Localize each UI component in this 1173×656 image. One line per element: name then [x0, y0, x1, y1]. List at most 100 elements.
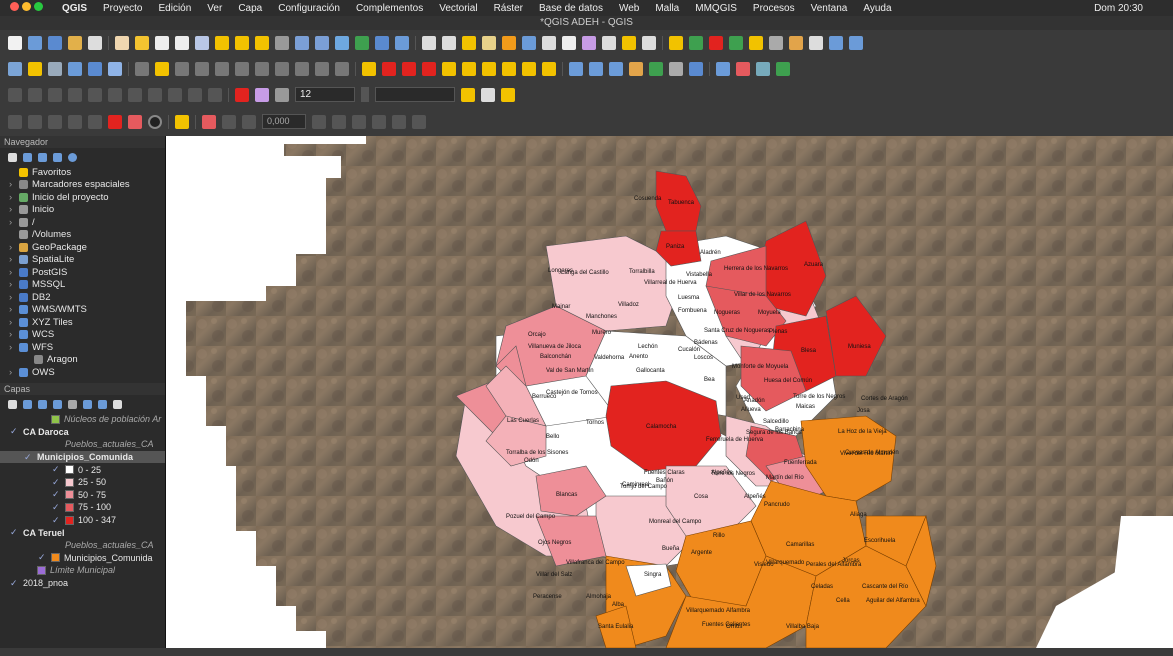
layer-item[interactable]: ✓ 2018_pnoa	[0, 577, 165, 590]
plugin-2-icon[interactable]	[709, 35, 723, 50]
shadow-icon[interactable]	[392, 114, 406, 129]
tolerance-icon[interactable]	[275, 87, 289, 102]
add-raster-layer-icon[interactable]	[28, 61, 42, 76]
layer-item[interactable]: ✓ CA Teruel	[0, 526, 165, 539]
menu-item-mmqgis[interactable]: MMQGIS	[695, 3, 737, 14]
delete-ring-icon[interactable]	[168, 87, 182, 102]
select-features-icon[interactable]	[462, 35, 476, 50]
layer-visibility-checkbox[interactable]: ✓	[52, 489, 61, 500]
label-rotate-icon[interactable]	[442, 61, 456, 76]
navigator-item[interactable]: › WMS/WMTS	[0, 304, 165, 317]
add-wms-icon[interactable]	[108, 61, 122, 76]
offset-icon[interactable]	[332, 114, 346, 129]
refresh-browser-icon[interactable]	[23, 152, 32, 162]
expand-arrow-icon[interactable]: ›	[9, 217, 15, 228]
undo-icon[interactable]	[315, 61, 329, 76]
expand-all-icon[interactable]	[83, 399, 92, 409]
bold-icon[interactable]	[222, 114, 236, 129]
menu-item-edicion[interactable]: Edición	[158, 3, 191, 14]
label-show-icon[interactable]	[402, 61, 416, 76]
zoom-next-icon[interactable]	[315, 35, 329, 50]
menu-item-complementos[interactable]: Complementos	[356, 3, 423, 14]
buffer-icon[interactable]	[372, 114, 386, 129]
navigator-item[interactable]: › OWS	[0, 366, 165, 379]
label-pin-icon[interactable]	[382, 61, 396, 76]
processing-toolbox-icon[interactable]	[562, 35, 576, 50]
manage-map-themes-icon[interactable]	[38, 399, 47, 409]
paste-features-icon[interactable]	[295, 61, 309, 76]
text-format-icon[interactable]	[202, 114, 216, 129]
menu-item-configuracion[interactable]: Configuración	[278, 3, 340, 14]
snapping-icon[interactable]	[235, 87, 249, 102]
layer-item[interactable]: ✓ CA Daroca	[0, 426, 165, 439]
navigator-item[interactable]: › MSSQL	[0, 279, 165, 292]
font-size-stepper[interactable]	[361, 87, 369, 102]
open-styling-icon[interactable]	[8, 399, 17, 409]
map-canvas[interactable]: Cosuenda Tabuenca Paniza Aladrén Longares Lan…	[166, 136, 1173, 648]
snap-units-select[interactable]	[375, 87, 455, 102]
add-delimited-icon[interactable]	[48, 61, 62, 76]
coordinate-input[interactable]: 0,000	[262, 114, 306, 129]
layer-visibility-checkbox[interactable]: ✓	[10, 426, 19, 437]
layer-item[interactable]: Núcleos de población Ar	[0, 413, 165, 426]
filter-legend-icon[interactable]	[53, 399, 62, 409]
diagram-show-icon[interactable]	[522, 61, 536, 76]
add-rectangle-icon[interactable]	[68, 114, 82, 129]
expand-arrow-icon[interactable]: ›	[9, 304, 15, 315]
add-part-icon[interactable]	[128, 87, 142, 102]
navigator-item[interactable]: /Volumes	[0, 229, 165, 242]
navigator-item[interactable]: › Inicio del proyecto	[0, 191, 165, 204]
new-bookmark-icon[interactable]	[355, 35, 369, 50]
plugin-4-icon[interactable]	[749, 35, 763, 50]
digitize-icon[interactable]	[195, 61, 209, 76]
layer-item[interactable]: ✓ 100 - 347	[0, 514, 165, 527]
expand-arrow-icon[interactable]: ›	[9, 254, 15, 265]
zoom-layer-icon[interactable]	[255, 35, 269, 50]
fill-icon[interactable]	[128, 114, 142, 129]
print-layout-icon[interactable]	[68, 35, 82, 50]
zoom-selection-icon[interactable]	[235, 35, 249, 50]
offline-editing-icon[interactable]	[669, 61, 683, 76]
expand-arrow-icon[interactable]: ›	[9, 192, 15, 203]
grass-icon[interactable]	[649, 61, 663, 76]
plugin-8-icon[interactable]	[829, 35, 843, 50]
current-edits-icon[interactable]	[135, 61, 149, 76]
align-icon[interactable]	[312, 114, 326, 129]
vertex-tool-icon[interactable]	[215, 61, 229, 76]
label-move-icon[interactable]	[422, 61, 436, 76]
navigator-item[interactable]: › PostGIS	[0, 266, 165, 279]
settings-icon[interactable]	[756, 61, 770, 76]
label-toolbar-icon[interactable]	[362, 61, 376, 76]
help-icon[interactable]	[716, 61, 730, 76]
menu-item-proyecto[interactable]: Proyecto	[103, 3, 142, 14]
menu-item-base-de-datos[interactable]: Base de datos	[539, 3, 603, 14]
toggle-editing-icon[interactable]	[155, 61, 169, 76]
navigator-item[interactable]: Favoritos	[0, 166, 165, 179]
add-vector-layer-icon[interactable]	[8, 61, 22, 76]
undo-style-icon[interactable]	[412, 114, 426, 129]
layer-item[interactable]: ✓ Municipios_Comunida	[0, 450, 165, 464]
add-postgis-icon[interactable]	[88, 61, 102, 76]
expand-arrow-icon[interactable]: ›	[9, 329, 15, 340]
navigator-item[interactable]: › SpatiaLite	[0, 254, 165, 267]
topology-icon[interactable]	[629, 61, 643, 76]
plugin-7-icon[interactable]	[809, 35, 823, 50]
copy-features-icon[interactable]	[275, 61, 289, 76]
snap-type-icon[interactable]	[255, 87, 269, 102]
layer-item[interactable]: Pueblos_actuales_CA	[0, 539, 165, 552]
metasearch-icon[interactable]	[689, 61, 703, 76]
delete-selected-icon[interactable]	[235, 61, 249, 76]
properties-icon[interactable]	[68, 152, 77, 162]
layer-visibility-checkbox[interactable]: ✓	[10, 527, 19, 538]
zoom-out-icon[interactable]	[175, 35, 189, 50]
simplify-icon[interactable]	[88, 87, 102, 102]
close-window-icon[interactable]	[10, 2, 19, 11]
layer-visibility-checkbox[interactable]: ✓	[10, 578, 19, 589]
navigator-item[interactable]: › Inicio	[0, 204, 165, 217]
navigator-item[interactable]: › /	[0, 216, 165, 229]
font-size-input[interactable]: 12	[295, 87, 355, 102]
collapse-layers-icon[interactable]	[98, 399, 107, 409]
expand-arrow-icon[interactable]: ›	[9, 292, 15, 303]
reshape-icon[interactable]	[208, 87, 222, 102]
navigator-item[interactable]: › Marcadores espaciales	[0, 179, 165, 192]
